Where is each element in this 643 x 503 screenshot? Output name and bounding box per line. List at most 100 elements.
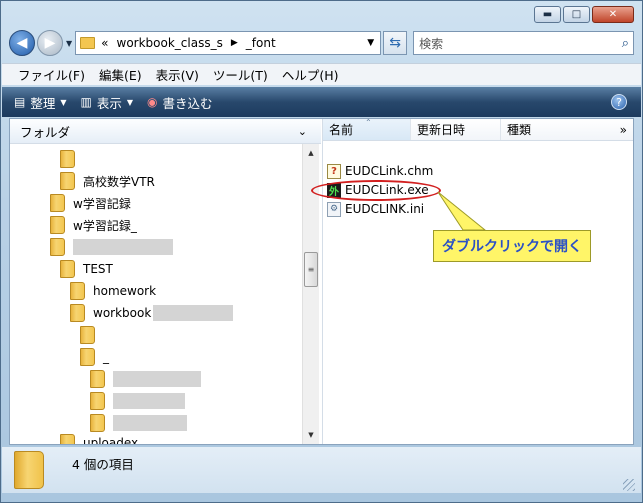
minimize-button[interactable]: ▬ bbox=[534, 6, 561, 23]
tree-item-kou-math[interactable]: 高校数学VTR bbox=[60, 170, 155, 192]
tree-item-homework[interactable]: homework bbox=[70, 280, 156, 302]
tree-item[interactable] bbox=[50, 236, 173, 258]
address-overflow[interactable]: « bbox=[101, 36, 108, 50]
command-toolbar: ▤ 整理 ▼ ▥ 表示 ▼ ◉ 書き込む ? bbox=[2, 87, 641, 117]
tree-item[interactable] bbox=[60, 148, 163, 170]
scroll-down-icon[interactable]: ▼ bbox=[303, 428, 319, 442]
explorer-window: ▬ □ ✕ ◀ ▶ ▼ « workbook_class_s ▶ _font ▼… bbox=[0, 0, 643, 503]
folder-icon bbox=[90, 392, 105, 410]
callout-note: ダブルクリックで開く bbox=[433, 230, 591, 262]
address-bar[interactable]: « workbook_class_s ▶ _font ▼ bbox=[75, 31, 382, 55]
tree-item-test[interactable]: TEST bbox=[60, 258, 113, 280]
tree-item-label: workbook bbox=[93, 306, 152, 320]
tree-item-uploadex[interactable]: uploadex bbox=[60, 432, 138, 444]
tree-item-label: 高校数学VTR bbox=[83, 174, 155, 189]
sort-ascending-icon: ⌃ bbox=[365, 118, 372, 127]
folder-icon bbox=[90, 414, 105, 432]
breadcrumb-arrow-icon[interactable]: ▶ bbox=[231, 38, 238, 48]
tree-item-underscore[interactable]: _ bbox=[80, 346, 109, 368]
tree-item-workbook[interactable]: workbook bbox=[70, 302, 234, 324]
back-button[interactable]: ◀ bbox=[9, 30, 35, 56]
folder-icon bbox=[50, 194, 65, 212]
menu-tools[interactable]: ツール(T) bbox=[213, 65, 268, 84]
arrow-right-icon: ▶ bbox=[44, 35, 56, 51]
address-row: ◀ ▶ ▼ « workbook_class_s ▶ _font ▼ ⇆ 検索 … bbox=[9, 29, 634, 57]
views-icon: ▥ bbox=[80, 95, 92, 109]
menu-bar: ファイル(F) 編集(E) 表示(V) ツール(T) ヘルプ(H) bbox=[2, 63, 641, 85]
chevron-down-icon: ▼ bbox=[60, 97, 67, 107]
folder-icon bbox=[60, 172, 75, 190]
forward-button[interactable]: ▶ bbox=[37, 30, 63, 56]
organize-icon: ▤ bbox=[14, 95, 26, 109]
scroll-thumb[interactable]: ≡ bbox=[304, 252, 318, 287]
folder-icon bbox=[80, 348, 95, 366]
file-name: EUDCLink.chm bbox=[345, 164, 434, 178]
menu-view[interactable]: 表示(V) bbox=[156, 65, 199, 84]
tree-item-label: w学習記録 bbox=[73, 196, 131, 211]
chevron-down-icon: ⌄ bbox=[297, 124, 307, 138]
redacted-label bbox=[83, 151, 163, 167]
highlight-ellipse bbox=[311, 180, 441, 201]
address-dropdown-icon[interactable]: ▼ bbox=[367, 38, 374, 48]
tree-item-label: uploadex bbox=[83, 436, 139, 444]
folder-icon bbox=[70, 282, 85, 300]
folder-icon bbox=[70, 304, 85, 322]
folder-icon bbox=[50, 216, 65, 234]
folder-icon bbox=[14, 451, 44, 489]
views-label: 表示 bbox=[96, 95, 122, 111]
redacted-label bbox=[113, 415, 187, 431]
resize-grip-icon[interactable] bbox=[623, 479, 635, 491]
folder-pane: フォルダ ⌄ 高校数学VTR w学習記録 w学習記録_ TEST homewor… bbox=[10, 119, 321, 444]
folder-icon bbox=[90, 370, 105, 388]
file-list-pane: 名前 ⌃ 更新日時 種類 » ? EUDCLink.chm 外 EUDCLink… bbox=[311, 118, 633, 444]
help-icon[interactable]: ? bbox=[611, 94, 627, 110]
column-date-label: 更新日時 bbox=[417, 123, 466, 137]
views-button[interactable]: ▥ 表示 ▼ bbox=[81, 93, 134, 112]
menu-file[interactable]: ファイル(F) bbox=[18, 65, 85, 84]
item-count: 4 個の項目 bbox=[72, 457, 134, 472]
burn-label: 書き込む bbox=[162, 95, 213, 111]
refresh-button[interactable]: ⇆ bbox=[383, 31, 408, 55]
redacted-label bbox=[73, 239, 173, 255]
menu-help[interactable]: ヘルプ(H) bbox=[282, 65, 339, 84]
tree-item[interactable] bbox=[90, 368, 201, 390]
file-item-chm[interactable]: ? EUDCLink.chm bbox=[327, 162, 433, 180]
recent-pages-dropdown[interactable]: ▼ bbox=[66, 39, 72, 48]
tree-item[interactable] bbox=[80, 324, 153, 346]
folder-icon bbox=[60, 260, 75, 278]
tree-item-label: homework bbox=[93, 284, 157, 298]
config-file-icon: ⚙ bbox=[327, 201, 341, 217]
redacted-label bbox=[113, 393, 185, 409]
column-headers: 名前 ⌃ 更新日時 種類 » bbox=[323, 118, 633, 141]
tree-item[interactable] bbox=[90, 390, 185, 412]
more-columns-icon[interactable]: » bbox=[620, 123, 627, 137]
folder-pane-header[interactable]: フォルダ ⌄ bbox=[10, 119, 321, 144]
chevron-down-icon: ▼ bbox=[126, 97, 134, 107]
burn-disc-icon: ◉ bbox=[147, 95, 158, 109]
tree-item[interactable] bbox=[90, 412, 187, 434]
burn-button[interactable]: ◉ 書き込む bbox=[147, 93, 213, 112]
column-name-label: 名前 bbox=[329, 123, 354, 137]
tree-item-study-log[interactable]: w学習記録 bbox=[50, 192, 131, 214]
refresh-icon: ⇆ bbox=[389, 35, 402, 51]
folder-icon bbox=[80, 37, 96, 49]
maximize-button[interactable]: □ bbox=[563, 6, 590, 23]
scroll-up-icon[interactable]: ▲ bbox=[303, 146, 319, 160]
tree-item-study-log-2[interactable]: w学習記録_ bbox=[50, 214, 137, 236]
column-date[interactable]: 更新日時 bbox=[411, 119, 501, 140]
folder-tree: 高校数学VTR w学習記録 w学習記録_ TEST homework workb… bbox=[10, 144, 302, 444]
tree-item-label: TEST bbox=[83, 262, 113, 276]
menu-edit[interactable]: 編集(E) bbox=[99, 65, 142, 84]
column-type[interactable]: 種類 bbox=[501, 119, 613, 140]
redacted-label bbox=[113, 371, 201, 387]
breadcrumb-font[interactable]: _font bbox=[246, 36, 276, 50]
breadcrumb-workbook[interactable]: workbook_class_s bbox=[117, 36, 223, 50]
folder-icon bbox=[50, 238, 65, 256]
close-button[interactable]: ✕ bbox=[592, 6, 634, 23]
file-item-ini[interactable]: ⚙ EUDCLINK.ini bbox=[327, 200, 424, 218]
search-icon[interactable]: ⌕ bbox=[622, 36, 629, 51]
tree-item-label: _ bbox=[103, 350, 109, 364]
search-input[interactable]: 検索 ⌕ bbox=[413, 31, 634, 55]
folder-pane-title: フォルダ bbox=[20, 124, 71, 140]
organize-button[interactable]: ▤ 整理 ▼ bbox=[14, 93, 67, 112]
